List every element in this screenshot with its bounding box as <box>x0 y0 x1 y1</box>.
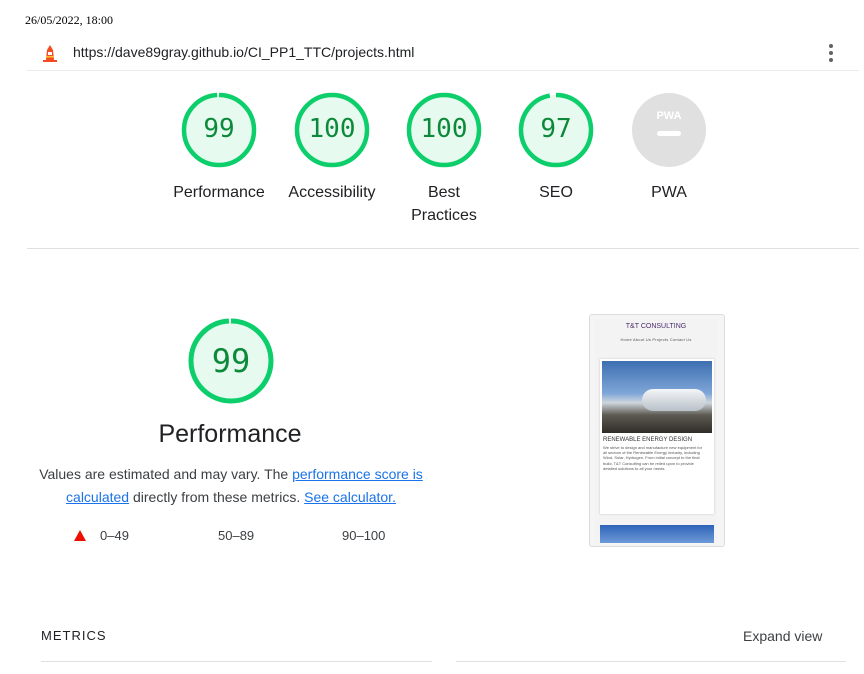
desc-text: Values are estimated and may vary. The <box>39 466 293 482</box>
metrics-divider-right <box>456 661 846 662</box>
performance-score: 99 <box>211 342 251 380</box>
gauge-best-practices[interactable]: 100 Best Practices <box>384 92 504 227</box>
metrics-heading: METRICS <box>41 628 107 643</box>
gauge-label: PWA <box>651 184 687 201</box>
gauge-pwa[interactable]: PWA PWA <box>609 92 729 204</box>
lighthouse-icon <box>43 45 57 62</box>
thumb-nav: Home About Us Projects Contact Us <box>620 337 692 342</box>
final-screenshot-thumbnail[interactable]: T&T CONSULTING Home About Us Projects Co… <box>589 314 725 547</box>
kebab-menu-icon[interactable] <box>826 42 836 62</box>
url-bar: https://dave89gray.github.io/CI_PP1_TTC/… <box>0 36 864 70</box>
gauge-accessibility[interactable]: 100 Accessibility <box>272 92 392 204</box>
pwa-badge-icon: PWA <box>632 93 706 167</box>
page-url[interactable]: https://dave89gray.github.io/CI_PP1_TTC/… <box>73 44 414 60</box>
gauge-label: Accessibility <box>288 184 376 201</box>
thumb-card-heading: RENEWABLE ENERGY DESIGN <box>603 437 693 443</box>
thumb-card-body: We strive to design and manufacture new … <box>603 445 703 471</box>
timestamp: 26/05/2022, 18:00 <box>25 13 114 27</box>
gauge-score: 100 <box>308 114 356 144</box>
gauge-label: SEO <box>539 184 573 201</box>
gauge-seo[interactable]: 97 SEO <box>496 92 616 204</box>
gauge-performance[interactable]: 99 Performance <box>159 92 279 204</box>
thumb-sky-image <box>600 525 714 543</box>
thumb-hydrogen-tank-image <box>602 361 712 433</box>
header-divider <box>27 70 859 71</box>
legend-fail-label: 0–49 <box>100 528 129 543</box>
gauge-score: 97 <box>540 114 572 144</box>
see-calculator-link[interactable]: See calculator. <box>304 489 396 505</box>
gauge-label: Best Practices <box>411 184 477 224</box>
thumb-project-card: RENEWABLE ENERGY DESIGN We strive to des… <box>600 359 714 514</box>
performance-description: Values are estimated and may vary. The p… <box>36 463 426 509</box>
thumb-site-title: T&T CONSULTING <box>625 323 687 330</box>
score-legend: 0–49 50–89 90–100 <box>74 528 424 546</box>
pwa-badge-text: PWA <box>656 110 681 122</box>
section-divider <box>27 248 859 249</box>
gauge-label: Performance <box>173 184 265 201</box>
desc-text-mid: directly from these metrics. <box>129 489 305 505</box>
legend-average-label: 50–89 <box>218 528 255 543</box>
expand-view-toggle[interactable]: Expand view <box>743 628 822 644</box>
performance-title: Performance <box>158 420 302 448</box>
legend-fail: 0–49 <box>74 528 129 543</box>
gauge-score: 99 <box>203 114 235 144</box>
metrics-divider-left <box>41 661 432 662</box>
performance-gauge: 99 <box>171 318 291 409</box>
legend-pass-label: 90–100 <box>342 528 386 543</box>
gauge-score: 100 <box>420 114 468 144</box>
fail-triangle-icon <box>74 530 86 541</box>
